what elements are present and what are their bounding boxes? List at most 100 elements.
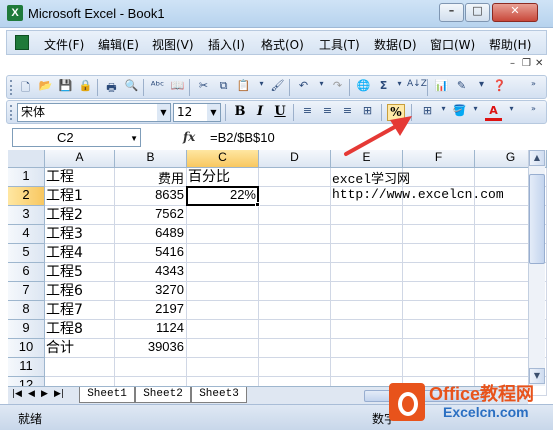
toolbar-grip[interactable]	[10, 80, 13, 95]
menu-edit[interactable]: 编辑(E)	[98, 36, 139, 53]
cell-e8[interactable]	[331, 301, 403, 320]
row-header-10[interactable]: 10	[8, 339, 45, 358]
row-header-1[interactable]: 1	[8, 168, 45, 187]
select-all-corner[interactable]	[8, 150, 45, 168]
name-box[interactable]: C2 ▼	[12, 128, 141, 147]
cell-e7[interactable]	[331, 282, 403, 301]
font-color-dropdown-icon[interactable]: ▾	[503, 104, 520, 121]
menu-window[interactable]: 窗口(W)	[430, 36, 475, 53]
cell-f9[interactable]	[403, 320, 475, 339]
chevron-down-icon[interactable]: ▼	[207, 104, 220, 121]
menu-format[interactable]: 格式(O)	[261, 36, 304, 53]
cell-c3[interactable]	[187, 206, 259, 225]
paste-icon[interactable]: 📋	[235, 79, 252, 96]
undo-dropdown-icon[interactable]: ▾	[313, 79, 330, 96]
bold-button[interactable]: B	[231, 104, 249, 121]
new-icon[interactable]: 🗋	[17, 79, 34, 96]
cell-f5[interactable]	[403, 244, 475, 263]
column-header-a[interactable]: A	[45, 150, 115, 168]
copy-icon[interactable]: ⧉	[215, 79, 232, 96]
last-sheet-icon[interactable]: ▶|	[54, 389, 64, 399]
cell-d10[interactable]	[259, 339, 331, 358]
menu-file[interactable]: 文件(F)	[44, 36, 84, 53]
cell-f8[interactable]	[403, 301, 475, 320]
workbook-minimize-icon[interactable]: –	[510, 58, 515, 69]
cell-a1[interactable]: 工程	[45, 168, 115, 187]
cell-d4[interactable]	[259, 225, 331, 244]
workbook-icon[interactable]	[15, 35, 29, 50]
cell-c11[interactable]	[187, 358, 259, 377]
cell-d3[interactable]	[259, 206, 331, 225]
cell-c9[interactable]	[187, 320, 259, 339]
fill-handle[interactable]	[255, 202, 260, 207]
cell-b11[interactable]	[115, 358, 187, 377]
prev-sheet-icon[interactable]: ◀	[28, 389, 35, 399]
cell-f2[interactable]	[403, 187, 475, 206]
undo-icon[interactable]: ↶	[295, 79, 312, 96]
cell-a3[interactable]: 工程2	[45, 206, 115, 225]
font-name-select[interactable]: 宋体 ▼	[17, 103, 171, 122]
cell-c4[interactable]	[187, 225, 259, 244]
row-header-11[interactable]: 11	[8, 358, 45, 377]
cell-f4[interactable]	[403, 225, 475, 244]
row-header-5[interactable]: 5	[8, 244, 45, 263]
scroll-up-icon[interactable]: ▲	[529, 150, 545, 166]
cell-e3[interactable]	[331, 206, 403, 225]
next-sheet-icon[interactable]: ▶	[41, 389, 48, 399]
cell-b7[interactable]: 3270	[115, 282, 187, 301]
redo-icon[interactable]: ↷	[329, 79, 346, 96]
open-icon[interactable]: 📂	[37, 79, 54, 96]
cell-e11[interactable]	[331, 358, 403, 377]
workbook-close-icon[interactable]: ✕	[535, 58, 543, 69]
cell-b6[interactable]: 4343	[115, 263, 187, 282]
cell-d2[interactable]	[259, 187, 331, 206]
column-header-b[interactable]: B	[115, 150, 187, 168]
cell-c1[interactable]: 百分比	[187, 168, 259, 187]
cell-c6[interactable]	[187, 263, 259, 282]
cell-a10[interactable]: 合计	[45, 339, 115, 358]
row-header-9[interactable]: 9	[8, 320, 45, 339]
cell-c8[interactable]	[187, 301, 259, 320]
drawing-icon[interactable]: ✎	[453, 79, 470, 96]
align-center-icon[interactable]: ≡	[319, 104, 336, 121]
row-header-8[interactable]: 8	[8, 301, 45, 320]
cell-b9[interactable]: 1124	[115, 320, 187, 339]
paste-dropdown-icon[interactable]: ▾	[253, 79, 270, 96]
underline-button[interactable]: U	[271, 104, 289, 121]
row-header-6[interactable]: 6	[8, 263, 45, 282]
column-header-d[interactable]: D	[259, 150, 331, 168]
cell-d8[interactable]	[259, 301, 331, 320]
cell-e10[interactable]	[331, 339, 403, 358]
cell-d1[interactable]	[259, 168, 331, 187]
cell-f6[interactable]	[403, 263, 475, 282]
cell-b10[interactable]: 39036	[115, 339, 187, 358]
format-painter-icon[interactable]: 🖌	[269, 79, 286, 96]
cell-e4[interactable]	[331, 225, 403, 244]
borders-dropdown-icon[interactable]: ▾	[435, 104, 452, 121]
research-icon[interactable]: 📖	[169, 79, 186, 96]
chart-wizard-icon[interactable]: 📊	[433, 79, 450, 96]
menu-help[interactable]: 帮助(H)	[489, 36, 531, 53]
toolbar-options-icon[interactable]: »	[525, 79, 542, 96]
sheet-tab[interactable]: Sheet1	[79, 387, 135, 403]
cell-a6[interactable]: 工程5	[45, 263, 115, 282]
row-header-3[interactable]: 3	[8, 206, 45, 225]
sort-ascending-icon[interactable]: A↓Z	[407, 79, 427, 96]
cell-f7[interactable]	[403, 282, 475, 301]
align-left-icon[interactable]: ≡	[299, 104, 316, 121]
zoom-dropdown-icon[interactable]: ▾	[473, 79, 490, 96]
cell-f1[interactable]	[403, 168, 475, 187]
cell-e6[interactable]	[331, 263, 403, 282]
vertical-scroll-thumb[interactable]	[529, 174, 545, 264]
first-sheet-icon[interactable]: |◀	[12, 389, 22, 399]
spelling-icon[interactable]: ᴬᵇᶜ	[149, 79, 166, 96]
maximize-button[interactable]: □	[465, 3, 490, 22]
cell-b3[interactable]: 7562	[115, 206, 187, 225]
cell-a2[interactable]: 工程1	[45, 187, 115, 206]
cell-c10[interactable]	[187, 339, 259, 358]
chevron-down-icon[interactable]: ▼	[130, 130, 138, 147]
row-header-4[interactable]: 4	[8, 225, 45, 244]
help-icon[interactable]: ❓	[491, 79, 508, 96]
cell-f10[interactable]	[403, 339, 475, 358]
cell-d11[interactable]	[259, 358, 331, 377]
